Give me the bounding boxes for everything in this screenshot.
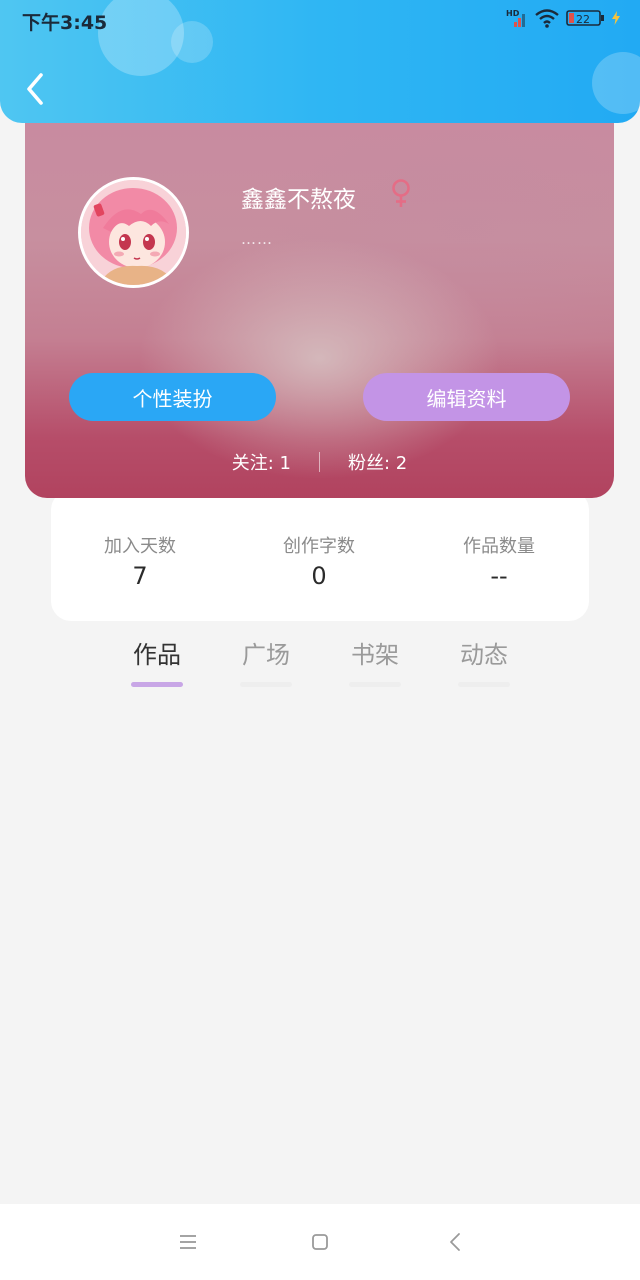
signal-icon: HD xyxy=(506,9,525,27)
tab-bookshelf[interactable]: 书架 xyxy=(345,636,405,687)
stat-label: 创作字数 xyxy=(283,536,355,557)
edit-profile-button[interactable]: 编辑资料 xyxy=(363,373,570,421)
tab-label: 书架 xyxy=(351,641,399,669)
menu-icon[interactable] xyxy=(176,1230,200,1254)
username: 鑫鑫不熬夜 xyxy=(241,187,356,213)
stat-works-count: 作品数量 -- xyxy=(429,532,569,590)
stat-label: 作品数量 xyxy=(463,536,535,557)
dress-up-button[interactable]: 个性装扮 xyxy=(69,373,276,421)
divider xyxy=(319,452,320,472)
network-label: HD xyxy=(506,9,520,18)
stat-join-days: 加入天数 7 xyxy=(70,532,210,590)
charging-icon xyxy=(612,11,620,25)
avatar[interactable] xyxy=(78,177,189,288)
decorative-bubble xyxy=(171,21,213,63)
tab-indicator xyxy=(131,682,183,687)
following-count[interactable]: 关注: 1 xyxy=(232,449,291,475)
triangle-back-icon[interactable] xyxy=(443,1230,467,1254)
chevron-left-icon xyxy=(27,73,43,105)
stats-card: 加入天数 7 创作字数 0 作品数量 -- xyxy=(51,490,589,621)
tab-indicator xyxy=(349,682,401,687)
tab-square[interactable]: 广场 xyxy=(236,636,296,687)
stat-label: 加入天数 xyxy=(104,536,176,557)
tab-indicator xyxy=(240,682,292,687)
stat-value: -- xyxy=(490,562,508,590)
profile-card: 鑫鑫不熬夜 …… 个性装扮 编辑资料 关注: 1 粉丝: 2 xyxy=(25,100,614,498)
tab-indicator xyxy=(458,682,510,687)
square-home-icon[interactable] xyxy=(308,1230,332,1254)
battery-level: 22 xyxy=(576,13,590,26)
wifi-icon xyxy=(535,9,559,28)
female-icon xyxy=(392,179,410,207)
follow-stats: 关注: 1 粉丝: 2 xyxy=(25,448,614,476)
tab-label: 广场 xyxy=(242,641,290,669)
followers-count[interactable]: 粉丝: 2 xyxy=(348,449,407,475)
decorative-bubble xyxy=(592,52,640,114)
stat-word-count: 创作字数 0 xyxy=(249,532,389,590)
tab-bar: 作品 广场 书架 动态 xyxy=(0,636,640,696)
back-button[interactable] xyxy=(20,70,50,108)
tab-label: 动态 xyxy=(460,641,508,669)
stat-value: 0 xyxy=(311,562,327,590)
battery-icon: 22 xyxy=(566,10,604,26)
system-nav-bar xyxy=(0,1204,640,1280)
tab-works[interactable]: 作品 xyxy=(127,636,187,687)
top-header: 下午3:45 HD 22 xyxy=(0,0,640,123)
profile-bio: …… xyxy=(241,230,273,248)
status-icons: HD 22 xyxy=(506,6,620,30)
tab-activity[interactable]: 动态 xyxy=(454,636,514,687)
tab-label: 作品 xyxy=(133,641,181,669)
avatar-image xyxy=(81,180,186,285)
status-time: 下午3:45 xyxy=(22,12,108,34)
stat-value: 7 xyxy=(132,562,148,590)
